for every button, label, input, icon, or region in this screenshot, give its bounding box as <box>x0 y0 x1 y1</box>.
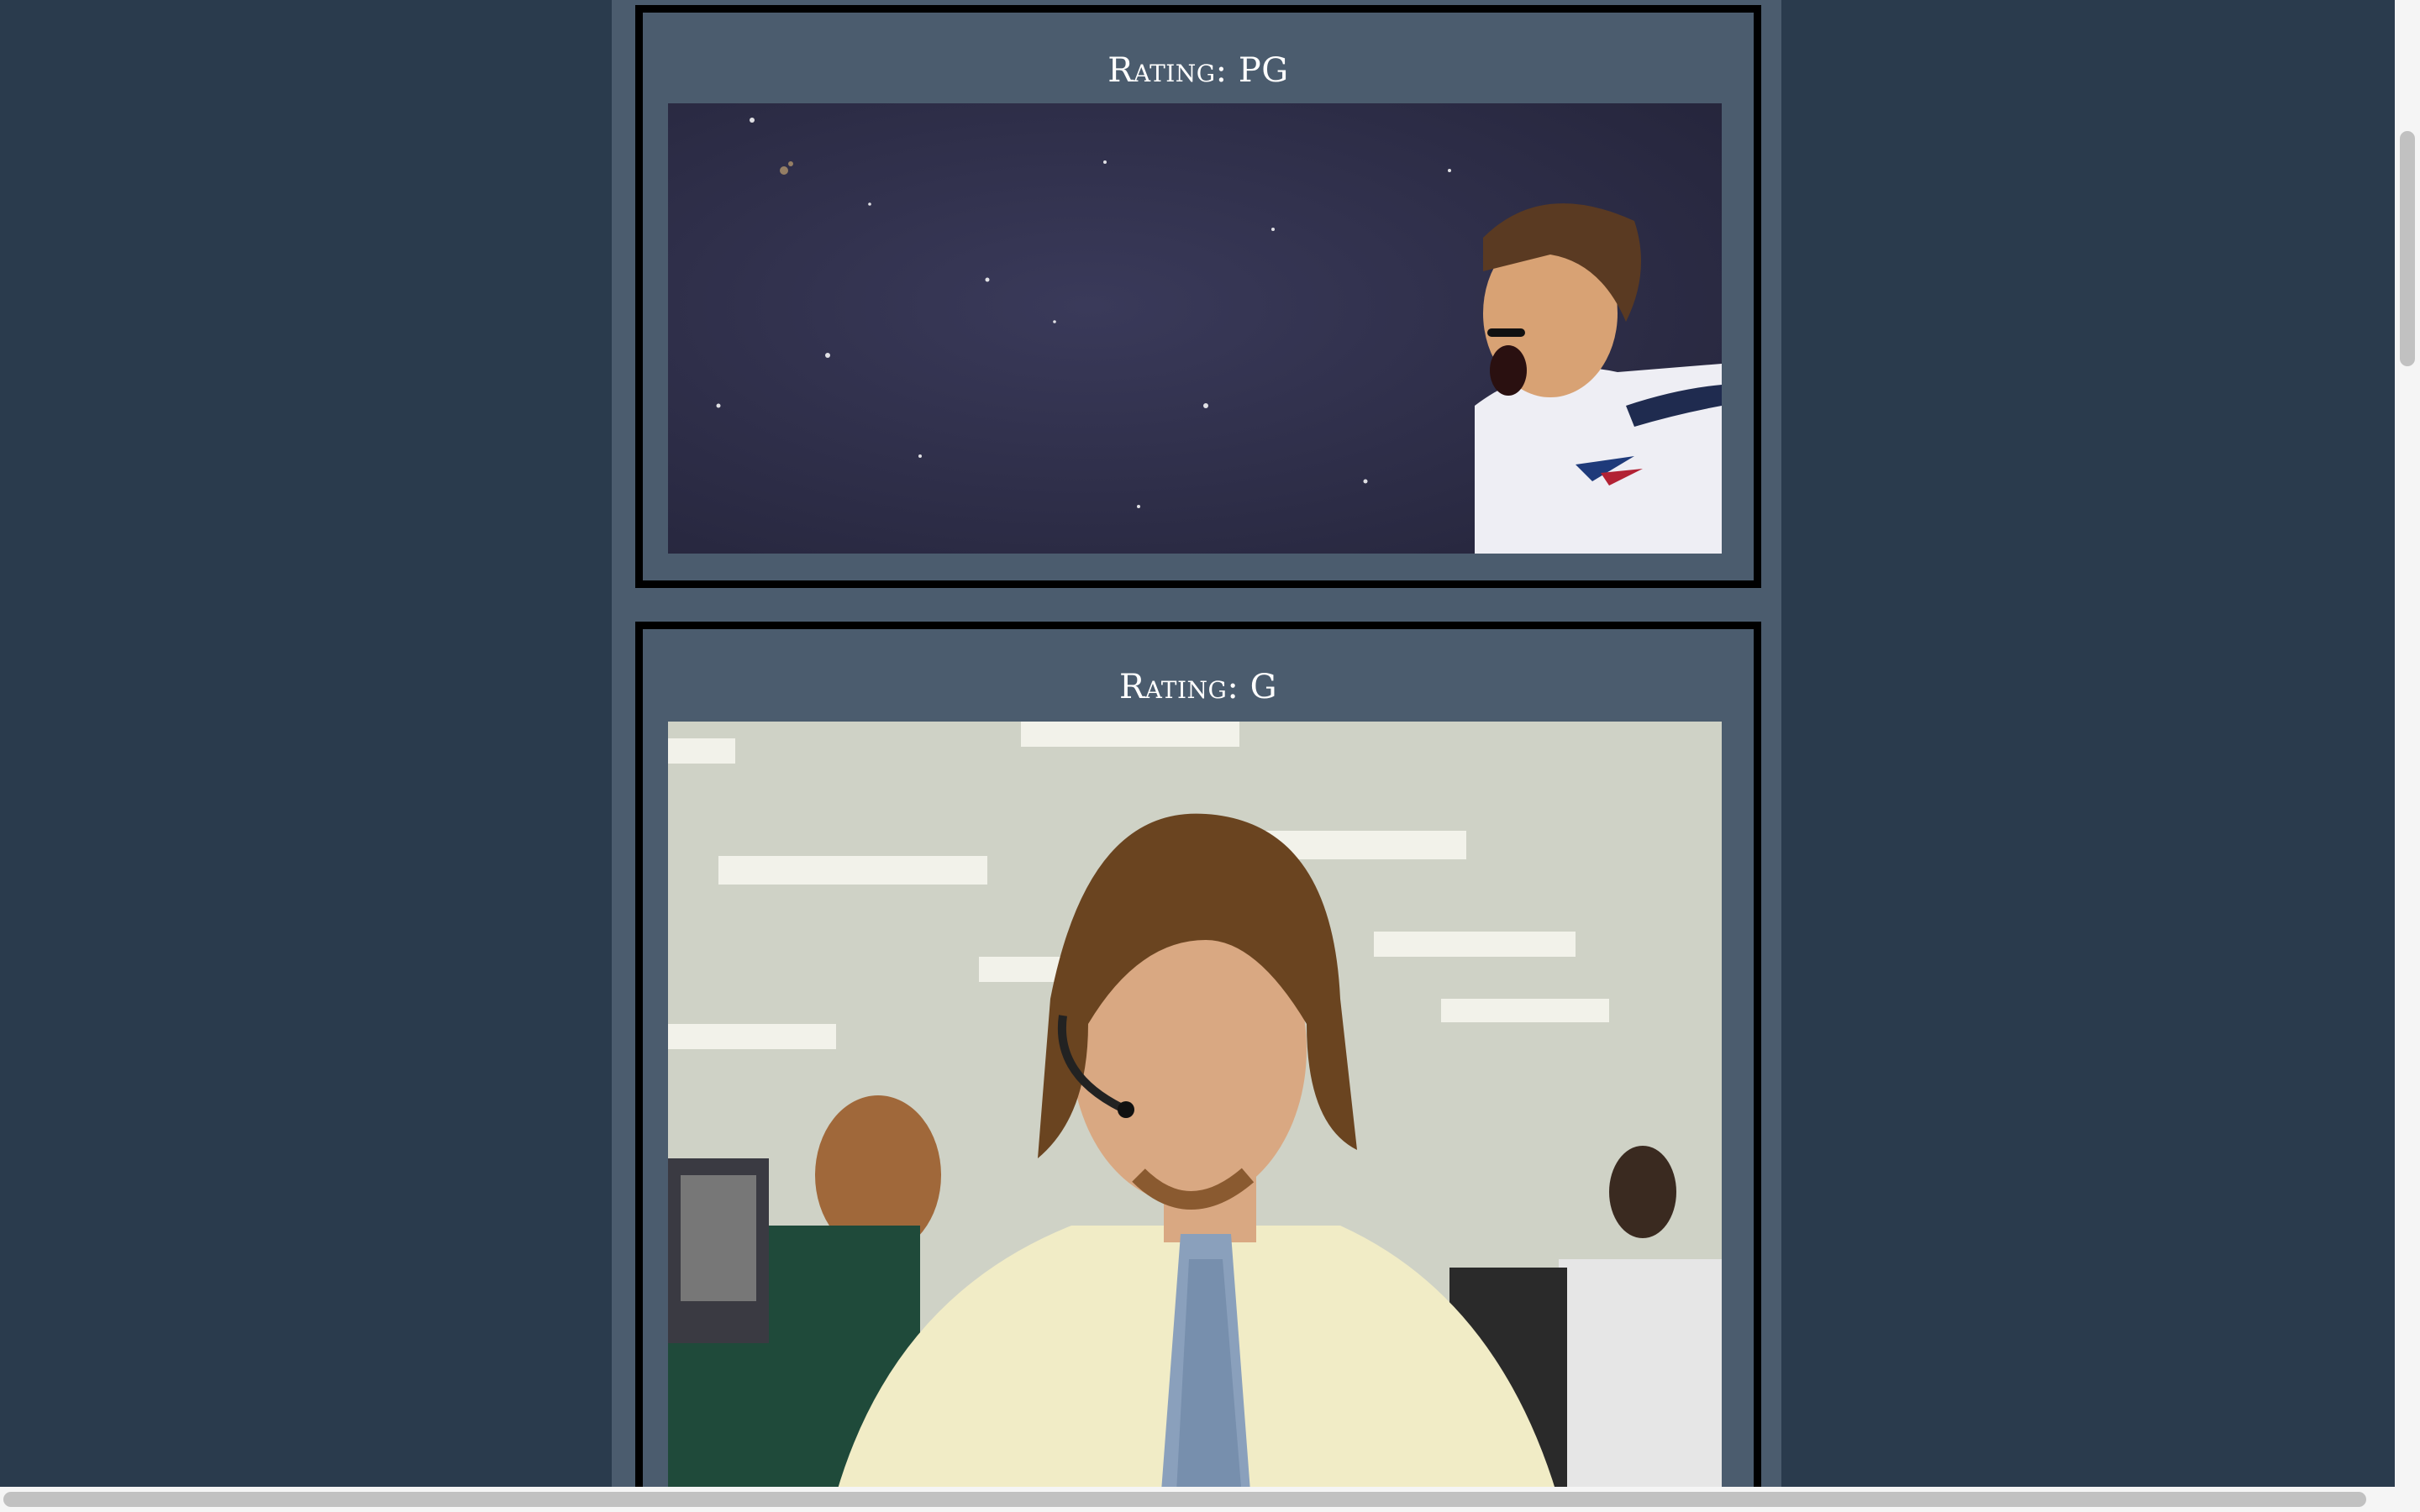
gif-card: Rating: G <box>635 622 1761 1512</box>
scrollbar-corner <box>2395 1487 2420 1512</box>
rating-label: Rating: G <box>1118 668 1278 706</box>
vertical-scrollbar-thumb[interactable] <box>2400 131 2415 366</box>
space-scene-image <box>668 103 1722 554</box>
horizontal-scrollbar-thumb[interactable] <box>3 1492 2366 1507</box>
vertical-scrollbar[interactable] <box>2395 0 2420 1487</box>
gif-card: Rating: PG <box>635 5 1761 588</box>
office-scene-image <box>668 722 1722 1512</box>
gif-image[interactable] <box>668 103 1722 554</box>
content-column: Rating: PG Rating: G <box>612 0 1781 1512</box>
page-viewport: Rating: PG Rating: G <box>0 0 2420 1512</box>
rating-label: Rating: PG <box>1107 51 1289 90</box>
horizontal-scrollbar[interactable] <box>0 1487 2420 1512</box>
gif-image[interactable] <box>668 722 1722 1512</box>
